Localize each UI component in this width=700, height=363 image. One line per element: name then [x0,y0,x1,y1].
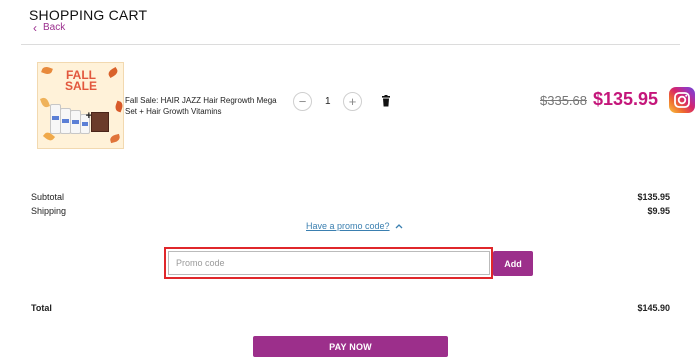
pay-now-button[interactable]: PAY NOW [253,336,448,357]
leaf-decoration [41,65,53,76]
minus-icon: − [298,94,307,109]
quantity-decrease-button[interactable]: − [293,92,312,111]
product-image: FALL SALE + [37,62,124,149]
page-title: SHOPPING CART [29,7,148,23]
product-name[interactable]: Fall Sale: HAIR JAZZ Hair Regrowth Mega … [125,95,285,117]
sale-price: $135.95 [593,89,659,109]
chevron-up-icon [395,224,403,229]
promo-toggle-label: Have a promo code? [306,221,390,231]
header-divider [21,44,680,45]
vitamin-box [91,112,109,132]
leaf-decoration [109,133,121,144]
shipping-value: $9.95 [647,206,670,216]
add-promo-button[interactable]: Add [493,251,533,276]
back-link[interactable]: ‹ Back [33,20,66,35]
subtotal-value: $135.95 [637,192,670,202]
plus-icon: + [348,94,357,109]
quantity-increase-button[interactable]: + [343,92,362,111]
instagram-icon[interactable] [669,87,695,113]
chevron-left-icon: ‹ [33,20,37,35]
promo-code-input[interactable] [168,251,490,275]
quantity-value: 1 [325,96,331,107]
leaf-decoration [40,96,50,109]
leaf-decoration [106,66,120,79]
total-value: $145.90 [637,303,670,313]
leaf-decoration [114,100,123,113]
original-price: $335.68 [540,93,587,108]
subtotal-label: Subtotal [31,192,65,202]
back-label: Back [43,22,66,33]
promo-code-toggle[interactable]: Have a promo code? [306,221,403,231]
fall-sale-text: FALL SALE [64,68,97,93]
total-label: Total [31,303,52,313]
shipping-label: Shipping [31,206,67,216]
trash-icon[interactable] [380,95,392,107]
